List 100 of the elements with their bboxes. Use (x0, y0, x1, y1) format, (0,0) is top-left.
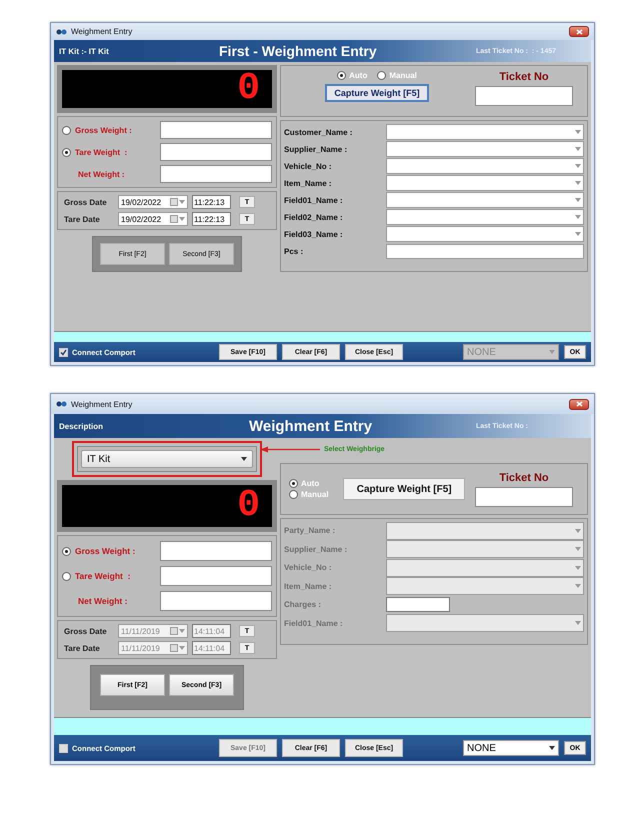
dropdown-field[interactable] (386, 175, 584, 191)
weight-field[interactable] (160, 566, 272, 586)
calendar-icon (170, 644, 178, 652)
app-icon (56, 28, 67, 34)
field-label: Item_Name : (284, 582, 333, 591)
caret-icon (575, 584, 581, 588)
radio-button[interactable] (62, 148, 71, 156)
caret-icon (575, 621, 581, 626)
weight-label: Gross Weight : (75, 126, 132, 134)
mode-label: Auto (349, 71, 368, 80)
field-label: Supplier_Name : (284, 544, 348, 554)
close-button[interactable] (569, 26, 589, 37)
radio-button[interactable] (62, 126, 71, 134)
field-label: Field02_Name : (284, 212, 344, 222)
caret-icon (575, 181, 581, 185)
caret-icon (575, 164, 581, 168)
field-label: Item_Name : (284, 178, 333, 188)
input-field[interactable] (386, 244, 584, 258)
ticket-field[interactable] (475, 486, 573, 506)
dropdown-field[interactable] (386, 124, 584, 140)
header-label: Description (59, 422, 104, 430)
date-picker[interactable]: 19/02/2022 (118, 195, 188, 209)
weighbridge-dropdown[interactable]: IT Kit (81, 450, 253, 468)
caret-icon (179, 200, 185, 204)
date-label: Gross Date (64, 198, 108, 206)
window-title: Weighment Entry (71, 400, 134, 408)
dropdown-field[interactable] (386, 141, 584, 157)
caret-icon (575, 130, 581, 134)
ticket-label: Ticket No (499, 71, 549, 83)
caret-icon (575, 232, 581, 236)
field-label: Vehicle_No : (284, 563, 333, 572)
caret-icon (179, 217, 185, 221)
field-label: Party_Name : (284, 526, 336, 536)
mode-label: Auto (301, 479, 320, 488)
caret-icon (549, 350, 555, 354)
calendar-icon (170, 198, 178, 206)
caret-icon (575, 198, 581, 202)
form-title: First - Weighment Entry (219, 43, 378, 59)
dropdown-field[interactable] (386, 209, 584, 225)
caret-icon (575, 547, 581, 552)
weight-field[interactable] (160, 143, 272, 161)
caret-icon (179, 629, 185, 633)
port-dropdown[interactable]: NONE (463, 740, 559, 756)
dropdown-field[interactable] (386, 158, 584, 174)
field-label: Field03_Name : (284, 230, 344, 238)
ticket-label: Ticket No (499, 472, 549, 484)
close-button[interactable] (569, 398, 589, 410)
time-field[interactable]: 11:22:13 (192, 195, 231, 209)
weight-label: Tare Weight : (75, 571, 130, 581)
weight-field[interactable] (160, 121, 272, 139)
field-label: Supplier_Name : (284, 144, 348, 154)
app-icon (56, 401, 67, 407)
dropdown-field[interactable] (386, 226, 584, 242)
date-label: Tare Date (64, 644, 101, 652)
radio-button[interactable] (289, 479, 298, 488)
dropdown-field[interactable] (386, 192, 584, 208)
date-label: Tare Date (64, 214, 101, 224)
field-label: Vehicle_No : (284, 162, 333, 170)
caret-icon (575, 215, 581, 219)
field-label: Charges : (284, 600, 322, 610)
radio-button[interactable] (337, 71, 346, 80)
close-icon (576, 28, 582, 34)
capture-weight-button[interactable]: Capture Weight [F5] (325, 84, 429, 102)
calendar-icon (170, 627, 178, 635)
weight-label: Net Weight : (77, 170, 125, 178)
weight-field[interactable] (160, 165, 272, 183)
date-picker[interactable]: 19/02/2022 (118, 212, 188, 226)
caret-icon (575, 147, 581, 151)
radio-button[interactable] (377, 71, 386, 80)
field-label: Pcs : (284, 246, 304, 256)
calendar-icon (170, 215, 178, 223)
field-label: Field01_Name : (284, 196, 344, 204)
header-label: IT Kit :- IT Kit (59, 46, 110, 56)
checkbox[interactable] (59, 348, 68, 356)
ticket-field[interactable] (475, 86, 573, 106)
close-icon (576, 401, 582, 407)
caret-icon (575, 528, 581, 533)
caret-icon (179, 646, 185, 650)
caret-icon (241, 457, 247, 461)
weight-reading: 0 (237, 487, 260, 525)
form-title: Weighment Entry (248, 418, 374, 434)
caret-icon (549, 746, 555, 750)
capture-weight-button[interactable]: Capture Weight [F5] (343, 478, 465, 500)
mode-label: Manual (389, 71, 417, 80)
field-label: Customer_Name : (284, 128, 354, 136)
window-title: Weighment Entry (71, 27, 134, 36)
weight-field[interactable] (160, 541, 272, 561)
field-label: Field01_Name : (284, 618, 344, 628)
weight-reading: 0 (237, 70, 260, 108)
date-label: Gross Date (64, 626, 108, 636)
weight-label: Net Weight : (77, 596, 128, 606)
radio-button[interactable] (62, 572, 71, 580)
weight-label: Gross Weight : (75, 546, 136, 556)
time-field[interactable]: 11:22:13 (192, 212, 231, 226)
radio-button[interactable] (289, 490, 298, 499)
radio-button[interactable] (62, 546, 71, 556)
weight-field[interactable] (160, 591, 272, 611)
weight-label: Tare Weight : (75, 148, 128, 156)
mode-label: Manual (301, 490, 329, 499)
caret-icon (575, 566, 581, 570)
